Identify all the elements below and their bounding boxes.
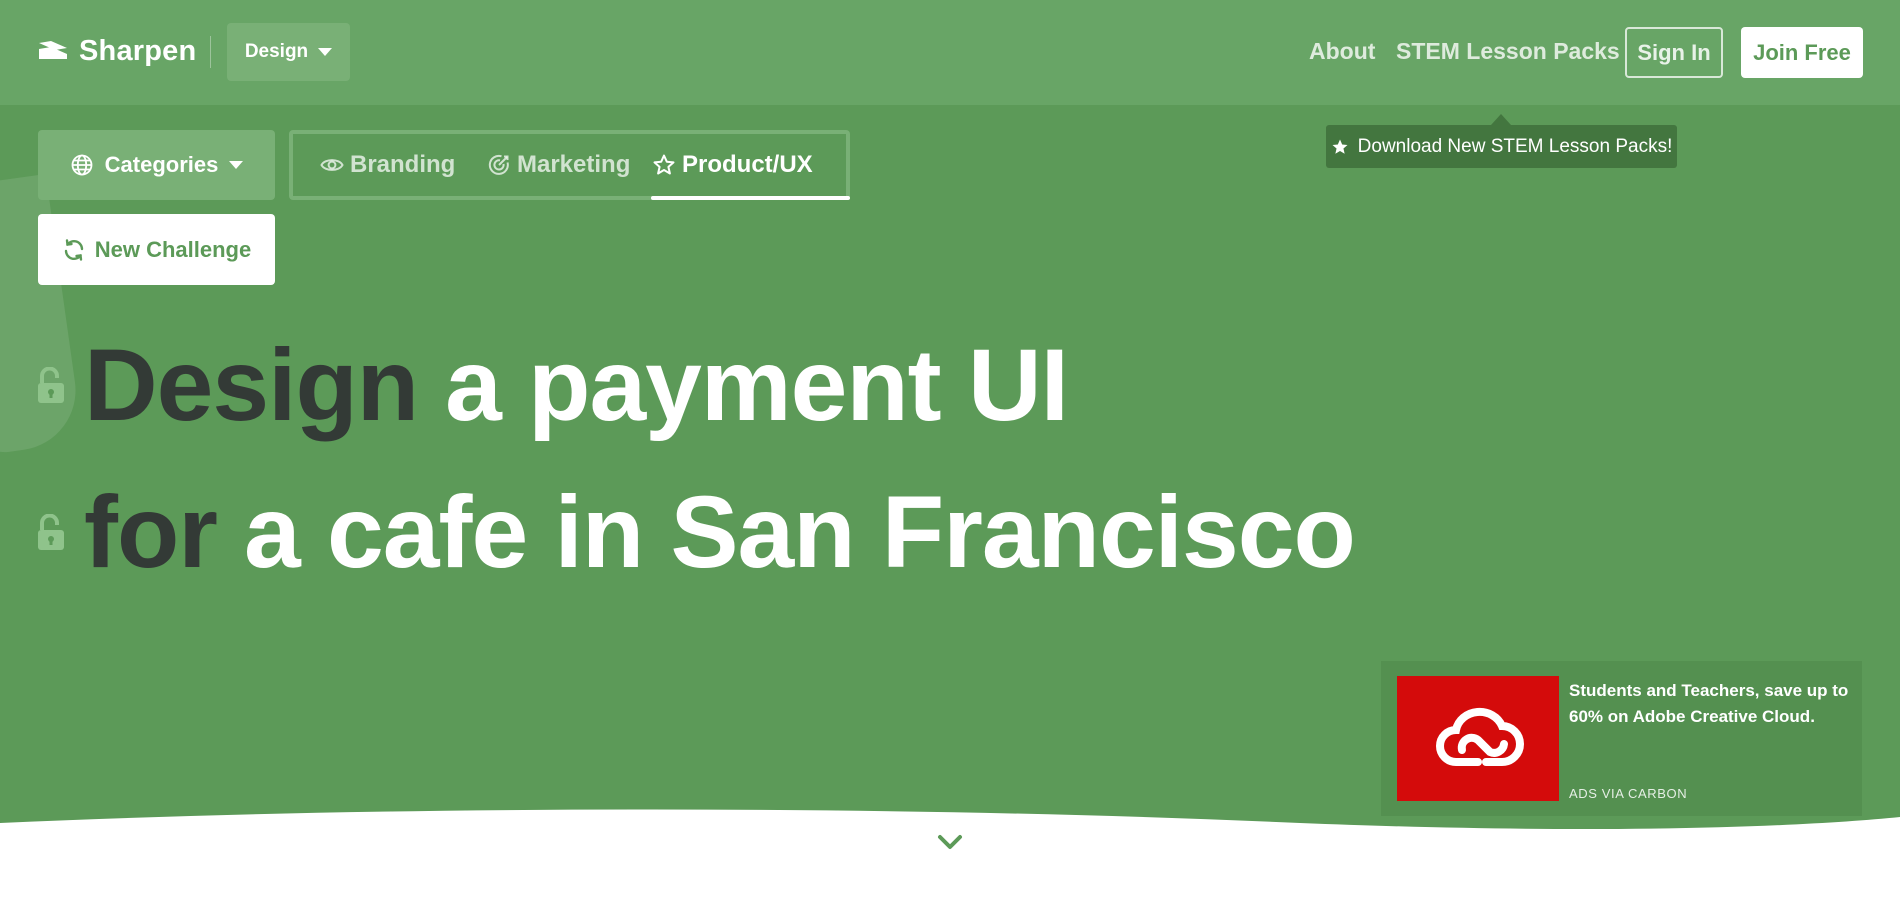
design-dropdown-label: Design bbox=[244, 41, 309, 62]
tooltip-text: Download New STEM Lesson Packs! bbox=[1357, 135, 1673, 157]
target-icon bbox=[488, 154, 509, 175]
categories-dropdown[interactable]: Categories bbox=[38, 130, 275, 200]
nav-about-link[interactable]: About bbox=[1309, 38, 1375, 65]
chevron-down-icon bbox=[920, 815, 980, 849]
challenge-keyword: for bbox=[84, 475, 218, 589]
ad-text[interactable]: Students and Teachers, save up to 60% on… bbox=[1569, 678, 1854, 730]
globe-icon bbox=[71, 154, 93, 176]
stem-download-tooltip[interactable]: Download New STEM Lesson Packs! bbox=[1326, 125, 1677, 168]
challenge-subject: a payment UI bbox=[445, 328, 1069, 442]
adobe-creative-cloud-icon bbox=[1436, 707, 1524, 766]
caret-down-icon bbox=[229, 161, 244, 169]
tab-product-ux[interactable]: Product/UX bbox=[652, 134, 813, 196]
logo-text: Sharpen bbox=[79, 34, 197, 67]
tab-label: Branding bbox=[350, 151, 456, 178]
new-challenge-label: New Challenge bbox=[94, 236, 252, 262]
sharpen-logo-icon bbox=[39, 41, 67, 59]
tab-label: Marketing bbox=[517, 151, 631, 178]
nav-stem-lesson-packs-link[interactable]: STEM Lesson Packs bbox=[1396, 38, 1620, 65]
category-tabs: Branding Marketing Product/UX bbox=[289, 130, 850, 200]
challenge-keyword: Design bbox=[84, 328, 419, 442]
challenge-client: a cafe in San Francisco bbox=[243, 475, 1356, 589]
eye-icon bbox=[320, 159, 344, 171]
categories-label: Categories bbox=[104, 152, 219, 177]
tab-label: Product/UX bbox=[682, 151, 813, 178]
tooltip-arrow bbox=[1491, 114, 1511, 125]
challenge-line-2: for a cafe in San Francisco bbox=[38, 475, 1356, 589]
new-challenge-button[interactable]: New Challenge bbox=[38, 214, 275, 285]
refresh-icon bbox=[64, 238, 83, 261]
star-icon bbox=[1332, 139, 1348, 154]
caret-down-icon bbox=[318, 48, 333, 56]
unlock-icon[interactable] bbox=[38, 514, 64, 550]
unlock-icon[interactable] bbox=[38, 367, 64, 403]
sign-in-button[interactable]: Sign In bbox=[1625, 27, 1723, 78]
active-tab-indicator bbox=[651, 196, 850, 200]
challenge-line-1: Design a payment UI bbox=[38, 328, 1069, 442]
sharpen-logo[interactable]: Sharpen bbox=[37, 33, 196, 69]
ad-attribution[interactable]: ADS VIA CARBON bbox=[1569, 786, 1687, 801]
tab-marketing[interactable]: Marketing bbox=[487, 134, 630, 196]
design-dropdown[interactable]: Design bbox=[227, 23, 350, 81]
join-free-button[interactable]: Join Free bbox=[1741, 27, 1863, 78]
scroll-down-button[interactable] bbox=[916, 812, 984, 868]
logo-divider bbox=[210, 36, 211, 68]
ad-image[interactable] bbox=[1397, 676, 1559, 801]
star-outline-icon bbox=[653, 154, 675, 175]
carbon-ad[interactable]: Students and Teachers, save up to 60% on… bbox=[1381, 661, 1862, 816]
tab-branding[interactable]: Branding bbox=[320, 134, 455, 196]
